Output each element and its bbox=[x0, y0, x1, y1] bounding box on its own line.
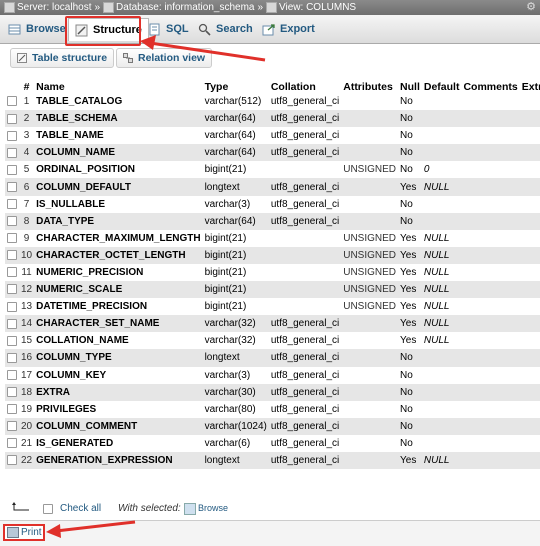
annotation-arrow-print bbox=[46, 520, 136, 538]
